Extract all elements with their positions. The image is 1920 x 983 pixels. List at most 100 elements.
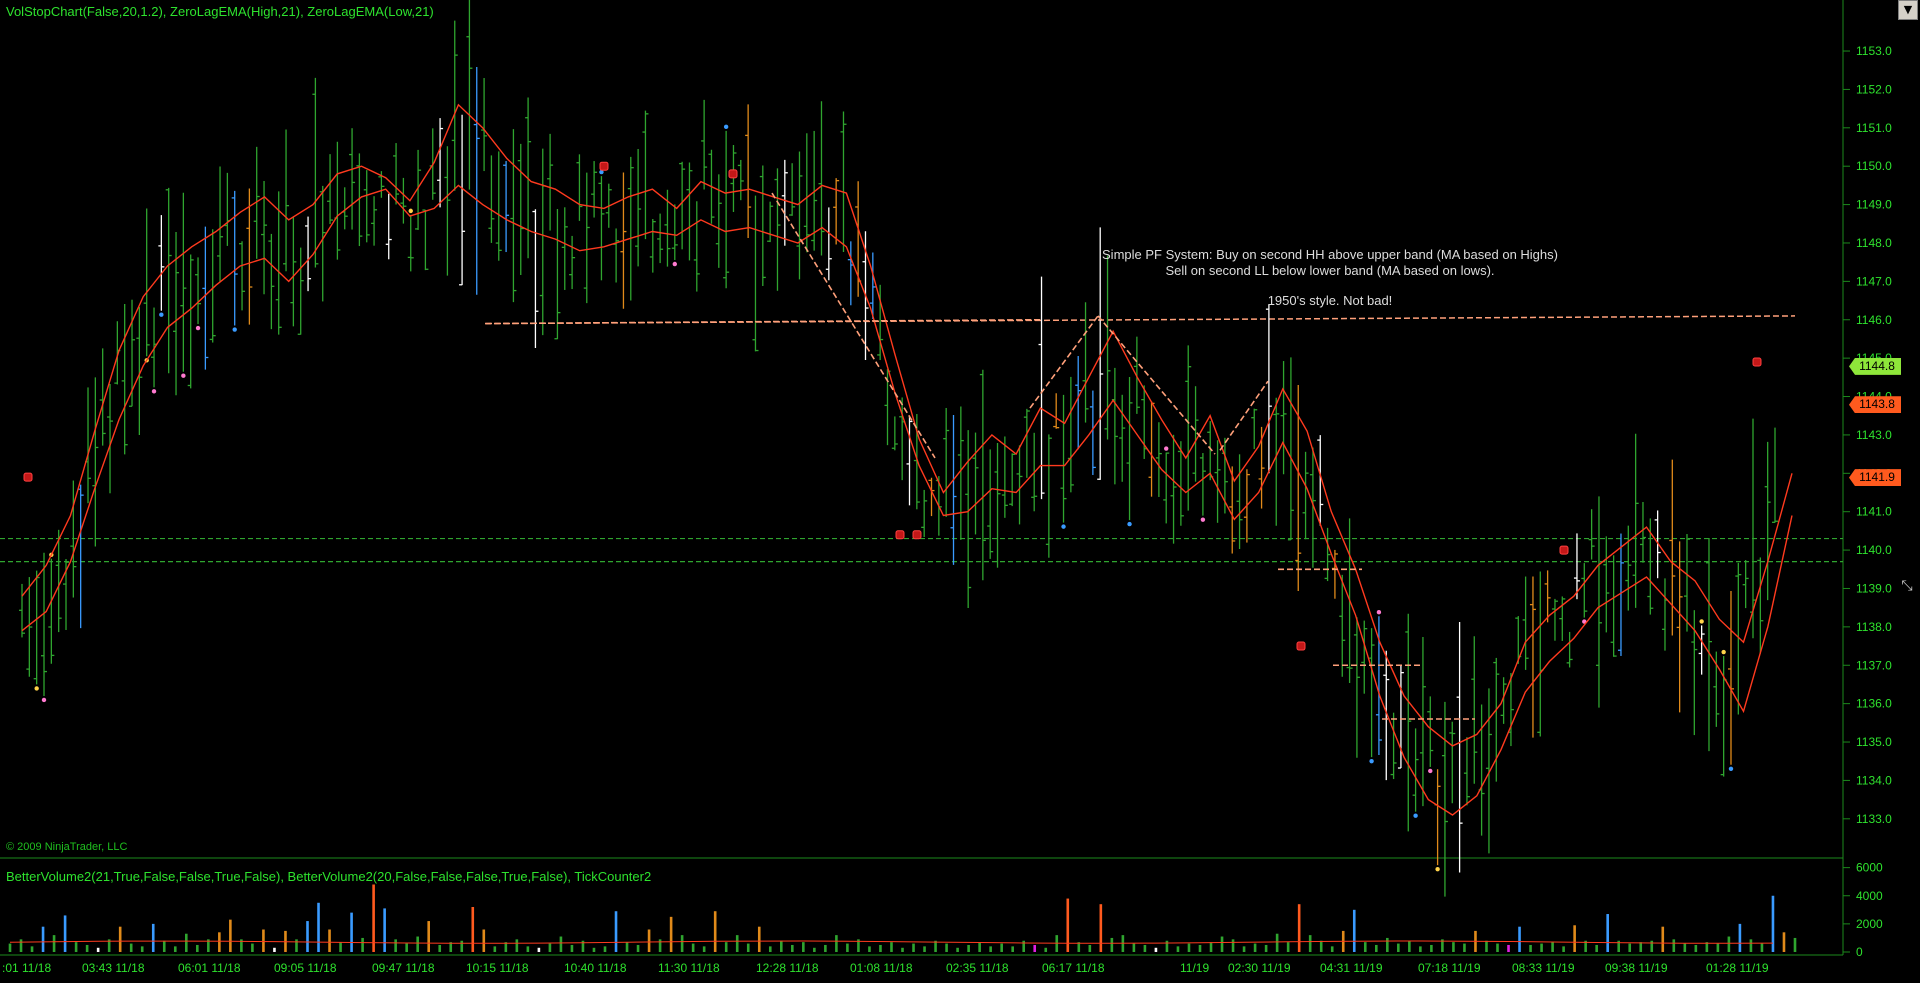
price-bar [1163,446,1170,524]
volume-axis: 0 2000 4000 6000 [1843,861,1883,959]
price-bar [451,20,458,191]
volume-bar [1573,925,1576,952]
price-tick-label: 1149.0 [1856,198,1892,212]
time-tick-label: 02:35 11/18 [946,961,1009,975]
price-bar [913,414,920,510]
volume-bar [625,942,629,952]
price-bar [972,432,979,535]
price-bar [598,169,605,281]
volume-bar [515,939,519,952]
volume-bar [273,947,276,952]
volume-bar [1793,937,1797,952]
price-bar [965,430,972,608]
price-bar [1478,704,1485,836]
volume-bar [989,946,992,952]
chevron-down-icon[interactable]: ▼ [1898,0,1918,20]
price-bar [891,416,898,451]
chart-window[interactable]: 1133.0 1134.0 1135.0 1136.0 1137.0 1138.0 1139… [0,0,1920,983]
price-tick-label: 1147.0 [1856,274,1892,288]
volume-bar [1198,944,1202,952]
time-tick-label: 04:31 11/19 [1320,961,1383,975]
pf-line-7 [484,318,1041,325]
price-bar [312,77,319,268]
time-tick-label: 01:28 11/19 [1706,961,1769,975]
volume-bar [162,940,166,952]
bar-dot-marker [1164,446,1169,451]
volume-bar [1562,946,1565,952]
price-bar [224,172,231,246]
volume-bar [713,911,717,952]
volume-bar [967,944,970,952]
volume-bar [1529,944,1532,952]
volume-bar [350,912,353,952]
price-bar [789,163,796,216]
price-bar [752,195,759,352]
volume-bar [824,944,827,952]
volume-bar [768,946,772,952]
price-bar [569,235,576,290]
chart-canvas[interactable]: 1133.0 1134.0 1135.0 1136.0 1137.0 1138.0 1139… [0,0,1920,983]
volume-bar [8,943,12,952]
price-bar [231,190,238,332]
volume-bar [383,908,386,952]
price-tick-label: 1133.0 [1856,812,1892,826]
volume-bar [438,944,442,952]
price-bar [1265,304,1272,474]
volume-bar [757,926,761,952]
bar-dot-marker [1413,813,1418,818]
price-bar [1023,408,1030,478]
time-tick-label: 06:17 11/18 [1042,961,1105,975]
bar-dot-marker [672,261,677,267]
price-bar [407,208,414,272]
volume-bar [1716,943,1720,952]
volume-bar [493,946,497,952]
volume-bar [735,935,739,952]
price-bar [840,111,847,252]
price-bar [422,209,429,271]
volume-bar [1694,944,1698,952]
volume-bar [537,947,541,952]
time-tick-label: 01:08 11/18 [850,961,913,975]
volume-tick-label: 6000 [1856,861,1883,875]
volume-bar [1187,943,1191,952]
price-bar [1683,534,1690,632]
volume-bar [1044,947,1048,952]
volume-bar [868,946,871,952]
volume-bar [603,946,607,952]
price-bar [1309,447,1316,568]
volume-bar [196,944,199,952]
price-bar [283,129,290,272]
volume-bar [1011,946,1014,952]
volume-bar [118,926,122,952]
volume-bar [372,884,375,952]
bar-dot-marker [1376,610,1382,615]
price-tick-label: 1152.0 [1856,82,1892,96]
volume-bar [1397,943,1400,952]
bar-dot-marker [151,389,157,394]
volume-bar [1264,944,1268,952]
price-bar [576,154,583,221]
price-bar [1214,440,1221,523]
price-bar [1698,619,1705,675]
volume-bar [96,947,100,952]
price-bar [239,241,246,311]
price-bar [195,257,202,331]
volume-bar [19,939,23,952]
volume-bar [1286,942,1290,952]
price-bar [1456,621,1463,873]
price-bar [1515,616,1522,664]
volume-bar [647,929,651,952]
volume-bar [724,942,728,952]
price-bar [1449,721,1456,804]
price-bar [1764,441,1771,601]
price-bar [1485,688,1492,854]
volume-bar [1176,946,1180,952]
bar-dot-marker [232,327,237,332]
volume-bar [1374,944,1378,952]
price-bar [855,181,862,297]
price-bar [1427,696,1434,774]
ema-lines [21,103,1793,816]
volume-bar [1363,942,1367,952]
volume-bar [1209,942,1213,952]
volume-bar [482,929,486,952]
